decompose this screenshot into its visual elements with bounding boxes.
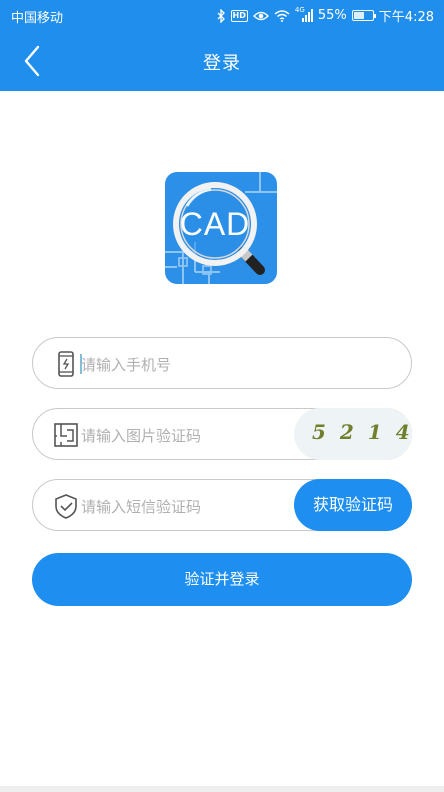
- carrier-name: 中国移动: [11, 11, 64, 26]
- phone-icon: [58, 351, 74, 377]
- captcha-image-icon: [54, 423, 78, 447]
- captcha-digits: 5214: [312, 420, 424, 444]
- logo-text: CAD: [179, 206, 251, 242]
- status-icons: HD 4G 55% 下午4:28: [217, 6, 434, 25]
- phone-field[interactable]: 请输入手机号: [32, 337, 412, 389]
- status-bar: 中国移动 HD 4G 55% 下午4:28: [0, 0, 444, 30]
- bottom-divider: [0, 786, 444, 792]
- clock: 下午4:28: [378, 10, 434, 25]
- sms-code-field[interactable]: 请输入短信验证码 获取验证码: [32, 479, 412, 531]
- hd-icon: HD: [230, 9, 248, 22]
- captcha-image[interactable]: 5214: [294, 408, 412, 460]
- captcha-input[interactable]: 请输入图片验证码: [81, 425, 201, 446]
- battery-percent: 55%: [317, 8, 347, 23]
- shield-icon: [55, 494, 77, 519]
- battery-level: [353, 12, 364, 19]
- bluetooth-icon: [217, 8, 225, 23]
- sms-code-input[interactable]: 请输入短信验证码: [81, 496, 201, 517]
- battery-icon: [351, 10, 376, 21]
- signal-icon: 4G: [295, 6, 313, 22]
- wifi-icon: [274, 10, 290, 22]
- login-button[interactable]: 验证并登录: [32, 553, 412, 606]
- nav-bar: 登录: [0, 30, 444, 91]
- get-code-button[interactable]: 获取验证码: [294, 479, 412, 531]
- phone-input[interactable]: 请输入手机号: [81, 354, 171, 375]
- captcha-field[interactable]: 请输入图片验证码 5214: [32, 408, 412, 460]
- eye-icon: [252, 11, 269, 20]
- page-title: 登录: [203, 53, 241, 74]
- app-logo: CAD: [165, 172, 277, 284]
